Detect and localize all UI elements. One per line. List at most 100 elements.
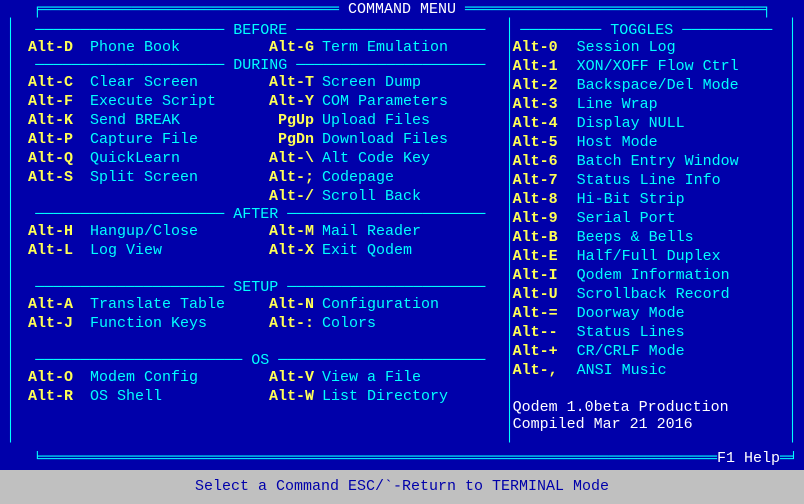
toggle-key[interactable]: Alt-+: [513, 344, 577, 359]
key-left[interactable]: Alt-C: [28, 75, 90, 90]
toggle-row: Alt-=Doorway Mode: [513, 305, 780, 322]
key-right[interactable]: Alt-X: [260, 243, 322, 258]
label-left: Translate Table: [90, 297, 260, 312]
menu-row: Alt-CClear ScreenAlt-TScreen Dump: [28, 74, 493, 91]
key-right[interactable]: Alt-;: [260, 170, 322, 185]
window-frame-left: │││││││││││││││││││││││││: [6, 18, 16, 462]
command-menu-window: ╒═════════════════════════════════ COMMA…: [0, 0, 804, 470]
label-left: Hangup/Close: [90, 224, 260, 239]
label-left: Clear Screen: [90, 75, 260, 90]
toggle-label: Status Line Info: [577, 173, 721, 188]
toggle-row: Alt-1XON/XOFF Flow Ctrl: [513, 58, 780, 75]
key-right[interactable]: Alt-:: [260, 316, 322, 331]
toggle-key[interactable]: Alt-1: [513, 59, 577, 74]
status-text: Select a Command ESC/`-Return to TERMINA…: [195, 478, 609, 495]
key-left[interactable]: Alt-J: [28, 316, 90, 331]
key-left[interactable]: Alt-S: [28, 170, 90, 185]
toggle-row: Alt-4Display NULL: [513, 115, 780, 132]
toggle-key[interactable]: Alt--: [513, 325, 577, 340]
spacer-row: [28, 334, 493, 351]
key-right[interactable]: PgDn: [260, 132, 322, 147]
label-left: Modem Config: [90, 370, 260, 385]
menu-row: Alt-LLog ViewAlt-XExit Qodem: [28, 242, 493, 259]
key-left[interactable]: Alt-P: [28, 132, 90, 147]
toggle-row: Alt-6Batch Entry Window: [513, 153, 780, 170]
key-right[interactable]: Alt-\: [260, 151, 322, 166]
section-header-during: ───────────────────── DURING ───────────…: [28, 58, 493, 73]
section-header-toggles: ───────── TOGGLES ──────────: [513, 23, 780, 38]
spacer-row: [513, 381, 780, 398]
key-right[interactable]: Alt-M: [260, 224, 322, 239]
key-left[interactable]: Alt-D: [28, 40, 90, 55]
toggle-key[interactable]: Alt-7: [513, 173, 577, 188]
version-text: Qodem 1.0beta Production: [513, 400, 780, 415]
label-right: Term Emulation: [322, 40, 448, 55]
key-right[interactable]: PgUp: [260, 113, 322, 128]
toggle-key[interactable]: Alt-3: [513, 97, 577, 112]
status-bar: Select a Command ESC/`-Return to TERMINA…: [0, 470, 804, 504]
toggle-key[interactable]: Alt-0: [513, 40, 577, 55]
toggle-label: ANSI Music: [577, 363, 667, 378]
toggle-key[interactable]: Alt-5: [513, 135, 577, 150]
key-right[interactable]: Alt-V: [260, 370, 322, 385]
key-left[interactable]: Alt-Q: [28, 151, 90, 166]
label-right: Scroll Back: [322, 189, 421, 204]
label-left: Capture File: [90, 132, 260, 147]
toggle-key[interactable]: Alt-2: [513, 78, 577, 93]
key-right[interactable]: Alt-W: [260, 389, 322, 404]
toggle-row: Alt-9Serial Port: [513, 210, 780, 227]
toggle-label: Beeps & Bells: [577, 230, 694, 245]
label-left: Execute Script: [90, 94, 260, 109]
menu-row: Alt-HHangup/CloseAlt-MMail Reader: [28, 223, 493, 240]
toggle-key[interactable]: Alt-B: [513, 230, 577, 245]
toggle-label: Scrollback Record: [577, 287, 730, 302]
label-right: Configuration: [322, 297, 439, 312]
toggle-row: Alt-IQodem Information: [513, 267, 780, 284]
toggle-key[interactable]: Alt-9: [513, 211, 577, 226]
section-header-after: ───────────────────── AFTER ────────────…: [28, 207, 493, 222]
toggle-key[interactable]: Alt-6: [513, 154, 577, 169]
toggle-row: Alt-8Hi-Bit Strip: [513, 191, 780, 208]
toggle-row: Alt-2Backspace/Del Mode: [513, 77, 780, 94]
toggle-label: Batch Entry Window: [577, 154, 739, 169]
label-right: Codepage: [322, 170, 394, 185]
label-right: Upload Files: [322, 113, 430, 128]
toggle-key[interactable]: Alt-8: [513, 192, 577, 207]
key-left[interactable]: Alt-O: [28, 370, 90, 385]
label-left: Function Keys: [90, 316, 260, 331]
toggle-label: Line Wrap: [577, 97, 658, 112]
key-left[interactable]: Alt-F: [28, 94, 90, 109]
content-area: ───────────────────── BEFORE ───────────…: [16, 18, 788, 434]
toggle-label: Host Mode: [577, 135, 658, 150]
toggle-label: Doorway Mode: [577, 306, 685, 321]
toggle-label: Serial Port: [577, 211, 676, 226]
menu-row: Alt-ROS ShellAlt-WList Directory: [28, 388, 493, 405]
menu-row: Alt-DPhone BookAlt-GTerm Emulation: [28, 39, 493, 56]
key-right[interactable]: Alt-Y: [260, 94, 322, 109]
label-left: Log View: [90, 243, 260, 258]
key-left[interactable]: Alt-R: [28, 389, 90, 404]
key-right[interactable]: Alt-N: [260, 297, 322, 312]
window-frame-right: │││││││││││││││││││││││││: [788, 18, 798, 462]
toggle-key[interactable]: Alt-,: [513, 363, 577, 378]
key-right[interactable]: Alt-G: [260, 40, 322, 55]
label-left: Send BREAK: [90, 113, 260, 128]
toggle-key[interactable]: Alt-U: [513, 287, 577, 302]
key-right[interactable]: Alt-/: [260, 189, 322, 204]
left-column: ───────────────────── BEFORE ───────────…: [16, 18, 505, 434]
key-left[interactable]: Alt-L: [28, 243, 90, 258]
window-title: COMMAND MENU: [348, 1, 456, 18]
toggle-key[interactable]: Alt-4: [513, 116, 577, 131]
toggle-label: Backspace/Del Mode: [577, 78, 739, 93]
key-right[interactable]: Alt-T: [260, 75, 322, 90]
toggle-key[interactable]: Alt-I: [513, 268, 577, 283]
toggle-key[interactable]: Alt-=: [513, 306, 577, 321]
key-left[interactable]: Alt-A: [28, 297, 90, 312]
toggle-row: Alt-3Line Wrap: [513, 96, 780, 113]
menu-row: Alt-PCapture FilePgDnDownload Files: [28, 131, 493, 148]
key-left[interactable]: Alt-H: [28, 224, 90, 239]
key-left[interactable]: Alt-K: [28, 113, 90, 128]
toggle-key[interactable]: Alt-E: [513, 249, 577, 264]
window-frame-top: ╒═════════════════════════════════ COMMA…: [6, 2, 798, 17]
label-right: Mail Reader: [322, 224, 421, 239]
